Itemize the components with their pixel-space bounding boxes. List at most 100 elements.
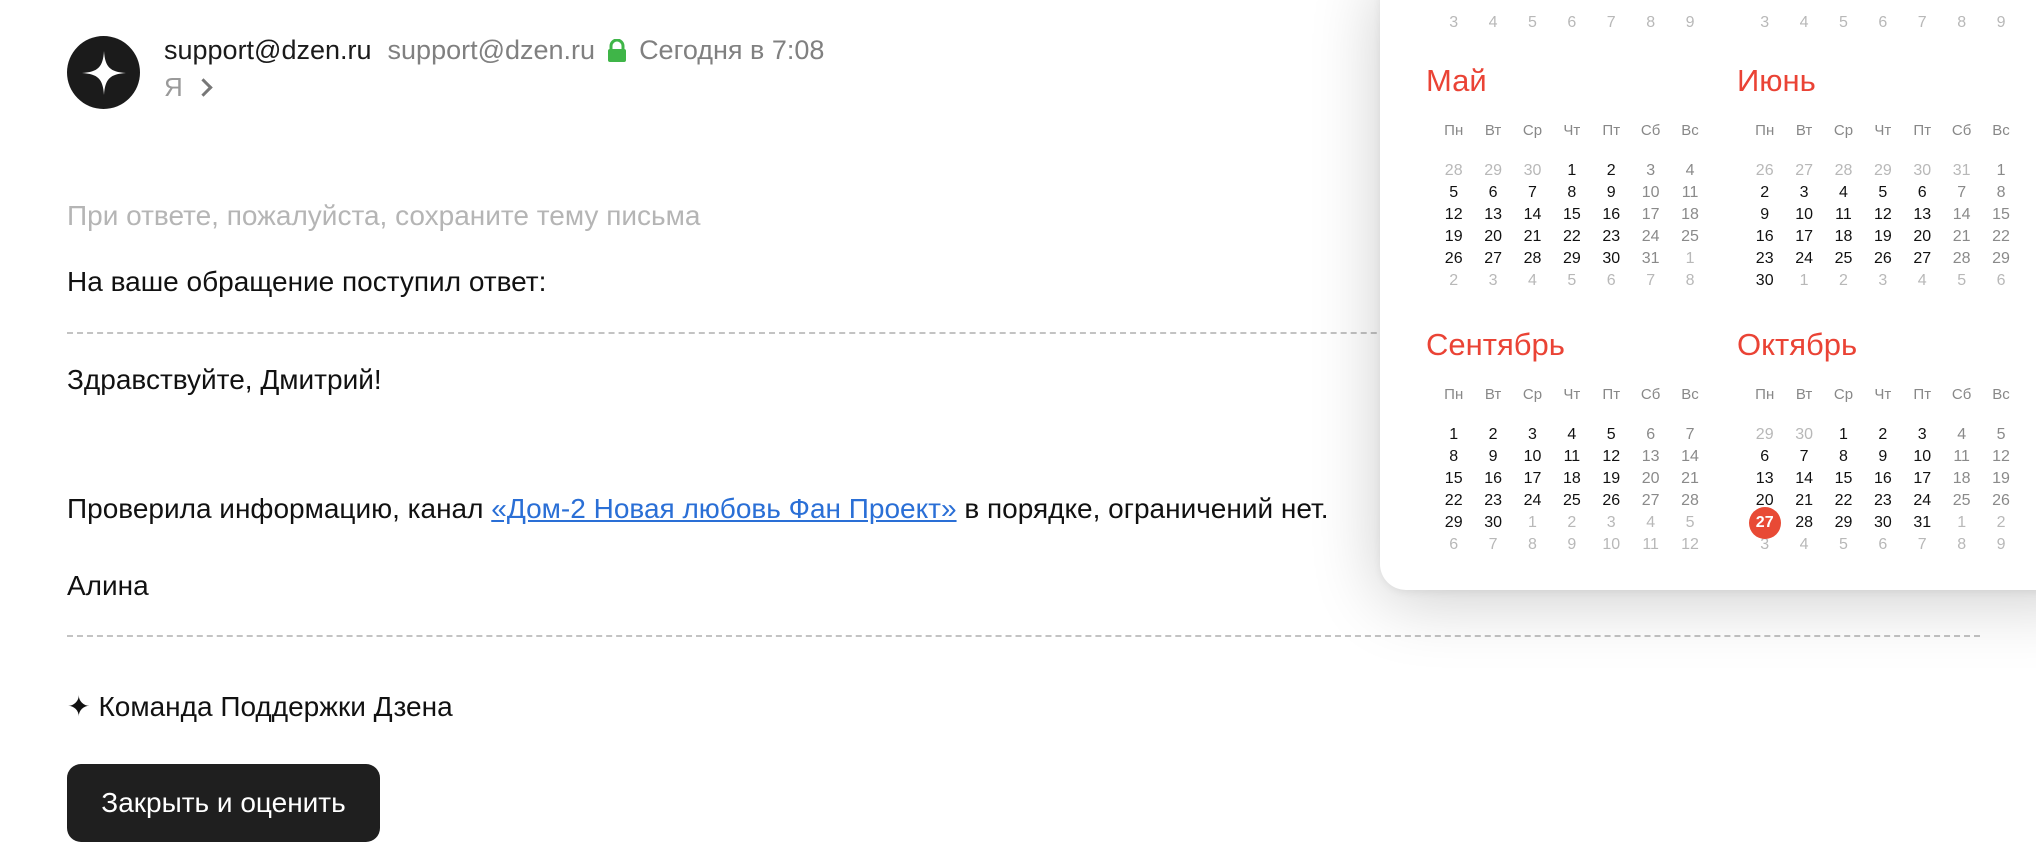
calendar-day[interactable]: 15 xyxy=(1552,206,1591,224)
calendar-day[interactable]: 10 xyxy=(1631,184,1670,202)
calendar-day[interactable]: 1 xyxy=(1942,514,1981,532)
calendar-day[interactable]: 28 xyxy=(1434,162,1473,180)
calendar-day[interactable]: 22 xyxy=(1981,228,2020,246)
calendar-day[interactable]: 12 xyxy=(1592,448,1631,466)
calendar-day[interactable]: 27 xyxy=(1784,162,1823,180)
calendar-day[interactable]: 21 xyxy=(1513,228,1552,246)
month-title-october[interactable]: Октябрь xyxy=(1737,327,1857,363)
calendar-day[interactable]: 31 xyxy=(1631,250,1670,268)
calendar-day[interactable]: 7 xyxy=(1903,536,1942,554)
calendar-day[interactable]: 4 xyxy=(1631,514,1670,532)
calendar-day[interactable]: 2 xyxy=(1863,426,1902,444)
calendar-day[interactable]: 17 xyxy=(1631,206,1670,224)
calendar-day[interactable]: 2 xyxy=(1592,162,1631,180)
month-title-june[interactable]: Июнь xyxy=(1737,63,1816,99)
calendar-day[interactable]: 27 xyxy=(1473,250,1512,268)
calendar-day[interactable]: 7 xyxy=(1784,448,1823,466)
calendar-day[interactable]: 17 xyxy=(1784,228,1823,246)
calendar-day[interactable]: 29 xyxy=(1552,250,1591,268)
calendar-day[interactable]: 19 xyxy=(1863,228,1902,246)
calendar-day[interactable]: 1 xyxy=(1552,162,1591,180)
calendar-day[interactable]: 13 xyxy=(1745,470,1784,488)
calendar-day[interactable]: 8 xyxy=(1552,184,1591,202)
calendar-day[interactable]: 5 xyxy=(1513,14,1552,32)
calendar-day[interactable]: 30 xyxy=(1592,250,1631,268)
calendar-day[interactable]: 12 xyxy=(1670,536,1709,554)
calendar-day[interactable]: 1 xyxy=(1824,426,1863,444)
calendar-day[interactable]: 16 xyxy=(1863,470,1902,488)
calendar-day[interactable]: 28 xyxy=(1513,250,1552,268)
calendar-day[interactable]: 24 xyxy=(1631,228,1670,246)
calendar-day[interactable]: 6 xyxy=(1981,272,2020,290)
calendar-day[interactable]: 4 xyxy=(1670,162,1709,180)
calendar-day[interactable]: 3 xyxy=(1903,426,1942,444)
sender-name[interactable]: support@dzen.ru xyxy=(164,35,372,66)
calendar-day[interactable]: 30 xyxy=(1745,272,1784,290)
calendar-day[interactable]: 31 xyxy=(1942,162,1981,180)
sender-avatar[interactable] xyxy=(67,36,140,109)
calendar-day[interactable]: 27 xyxy=(1903,250,1942,268)
calendar-day[interactable]: 4 xyxy=(1552,426,1591,444)
calendar-day[interactable]: 2 xyxy=(1473,426,1512,444)
calendar-day[interactable]: 18 xyxy=(1824,228,1863,246)
calendar-day[interactable]: 20 xyxy=(1473,228,1512,246)
calendar-day[interactable]: 22 xyxy=(1824,492,1863,510)
calendar-day[interactable]: 28 xyxy=(1784,514,1823,532)
calendar-day[interactable]: 24 xyxy=(1784,250,1823,268)
calendar-day[interactable]: 7 xyxy=(1670,426,1709,444)
calendar-day[interactable]: 3 xyxy=(1592,514,1631,532)
calendar-day[interactable]: 29 xyxy=(1981,250,2020,268)
calendar-day[interactable]: 25 xyxy=(1552,492,1591,510)
calendar-day[interactable]: 10 xyxy=(1513,448,1552,466)
calendar-day[interactable]: 3 xyxy=(1513,426,1552,444)
calendar-day[interactable]: 8 xyxy=(1434,448,1473,466)
calendar-day[interactable]: 30 xyxy=(1784,426,1823,444)
calendar-day[interactable]: 26 xyxy=(1592,492,1631,510)
calendar-day[interactable]: 2 xyxy=(1745,184,1784,202)
calendar-day[interactable]: 28 xyxy=(1670,492,1709,510)
calendar-day[interactable]: 5 xyxy=(1863,184,1902,202)
calendar-day[interactable]: 25 xyxy=(1942,492,1981,510)
month-title-september[interactable]: Сентябрь xyxy=(1426,327,1565,363)
calendar-day[interactable]: 12 xyxy=(1434,206,1473,224)
calendar-day[interactable]: 24 xyxy=(1513,492,1552,510)
calendar-day[interactable]: 3 xyxy=(1631,162,1670,180)
calendar-day[interactable]: 6 xyxy=(1863,536,1902,554)
calendar-day[interactable]: 7 xyxy=(1513,184,1552,202)
calendar-day[interactable]: 6 xyxy=(1552,14,1591,32)
calendar-day[interactable]: 26 xyxy=(1981,492,2020,510)
calendar-day[interactable]: 25 xyxy=(1670,228,1709,246)
calendar-day[interactable]: 9 xyxy=(1981,14,2020,32)
calendar-day[interactable]: 8 xyxy=(1824,448,1863,466)
calendar-day[interactable]: 5 xyxy=(1552,272,1591,290)
calendar-day[interactable]: 6 xyxy=(1631,426,1670,444)
calendar-day[interactable]: 18 xyxy=(1942,470,1981,488)
calendar-day[interactable]: 6 xyxy=(1863,14,1902,32)
calendar-day[interactable]: 8 xyxy=(1670,272,1709,290)
calendar-day[interactable]: 29 xyxy=(1745,426,1784,444)
calendar-day[interactable]: 8 xyxy=(1981,184,2020,202)
recipient-row[interactable]: Я xyxy=(164,70,213,104)
calendar-day[interactable]: 29 xyxy=(1473,162,1512,180)
calendar-day[interactable]: 8 xyxy=(1513,536,1552,554)
calendar-day[interactable]: 11 xyxy=(1942,448,1981,466)
calendar-day[interactable]: 29 xyxy=(1824,514,1863,532)
calendar-day[interactable]: 5 xyxy=(1942,272,1981,290)
calendar-day[interactable]: 21 xyxy=(1784,492,1823,510)
calendar-day[interactable]: 14 xyxy=(1513,206,1552,224)
calendar-day[interactable]: 8 xyxy=(1942,14,1981,32)
calendar-day[interactable]: 12 xyxy=(1863,206,1902,224)
calendar-day[interactable]: 5 xyxy=(1592,426,1631,444)
calendar-day[interactable]: 2 xyxy=(1434,272,1473,290)
calendar-day[interactable]: 13 xyxy=(1903,206,1942,224)
calendar-day[interactable]: 23 xyxy=(1863,492,1902,510)
calendar-day[interactable]: 16 xyxy=(1473,470,1512,488)
calendar-day[interactable]: 22 xyxy=(1434,492,1473,510)
calendar-day[interactable]: 28 xyxy=(1824,162,1863,180)
calendar-day[interactable]: 19 xyxy=(1592,470,1631,488)
calendar-day[interactable]: 10 xyxy=(1592,536,1631,554)
calendar-day[interactable]: 14 xyxy=(1784,470,1823,488)
calendar-day[interactable]: 13 xyxy=(1473,206,1512,224)
calendar-day[interactable]: 19 xyxy=(1981,470,2020,488)
calendar-day[interactable]: 20 xyxy=(1631,470,1670,488)
